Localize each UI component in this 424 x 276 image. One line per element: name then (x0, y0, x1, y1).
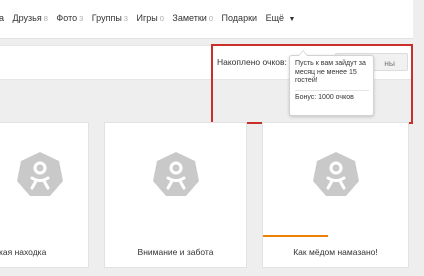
nav-item-friends[interactable]: Друзья 8 (13, 13, 48, 23)
points-label: Накоплено очков: (217, 57, 287, 67)
page-gutter (413, 0, 424, 276)
nav-item-count: 3 (79, 14, 84, 23)
nav-item-label: Группы (91, 13, 122, 23)
chevron-down-icon: ▼ (288, 16, 296, 23)
achievement-card[interactable]: Внимание и забота (104, 122, 247, 268)
nav-item-label: Подарки (221, 13, 258, 23)
card-caption: кая находка (0, 247, 47, 257)
achievement-card[interactable]: кая находка (0, 122, 89, 268)
top-navigation-bar: а Друзья 8 Фото 3 Группы 3 Игры 0 Заметки 0 П… (0, 0, 424, 39)
nav-item-label: Фото (56, 13, 78, 23)
nav-item-label: Игры (136, 13, 158, 23)
nav-more-menu[interactable]: Ещё ▼ (266, 13, 296, 23)
ok-badge-icon (152, 152, 199, 196)
nav-item-photos[interactable]: Фото 3 (56, 13, 83, 23)
nav-item-gifts[interactable]: Подарки (222, 13, 258, 23)
ok-badge-icon (312, 152, 359, 196)
nav-item-count: 3 (123, 14, 128, 23)
card-caption: Внимание и забота (137, 247, 214, 257)
tooltip-bonus: Бонус: 1000 очков (295, 93, 354, 101)
profile-nav: а Друзья 8 Фото 3 Группы 3 Игры 0 Заметки 0 П… (0, 13, 301, 27)
card-caption: Как мёдом намазано! (293, 247, 378, 257)
tooltip-text: Пусть к вам зайдут за месяц не менее 15 … (295, 60, 366, 84)
nav-item-count: 0 (208, 14, 214, 23)
nav-item-count: 8 (43, 14, 48, 23)
nav-item-partial[interactable]: а (0, 13, 4, 23)
nav-more-label: Ещё (265, 13, 284, 23)
nav-item-count: 0 (159, 14, 164, 23)
achievement-tooltip: Пусть к вам зайдут за месяц не менее 15 … (289, 50, 374, 116)
nav-item-label: Заметки (172, 13, 207, 23)
achievement-card[interactable]: Как мёдом намазано! (262, 122, 409, 268)
nav-item-label: а (0, 13, 5, 23)
nav-item-label: Друзья (12, 13, 42, 23)
nav-item-games[interactable]: Игры 0 (136, 13, 163, 23)
nav-item-notes[interactable]: Заметки 0 (172, 13, 213, 23)
achievements-button-label: ны (384, 58, 395, 68)
tooltip-divider (295, 89, 369, 91)
nav-item-groups[interactable]: Группы 3 (92, 13, 128, 23)
ok-badge-icon (16, 152, 63, 196)
card-progress (263, 235, 329, 237)
